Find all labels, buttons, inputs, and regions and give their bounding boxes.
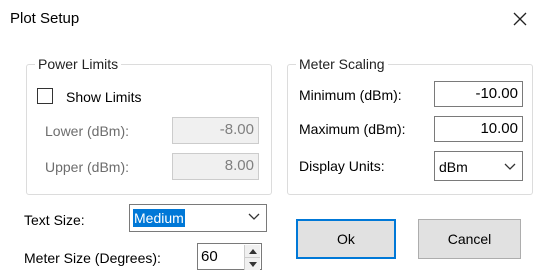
- close-button[interactable]: [503, 3, 537, 35]
- show-limits-checkbox[interactable]: [37, 88, 53, 104]
- text-size-value: Medium: [133, 209, 185, 227]
- minimum-field[interactable]: -10.00: [434, 81, 523, 107]
- display-units-value: dBm: [439, 159, 468, 175]
- meter-size-spinner[interactable]: 60: [197, 243, 262, 270]
- chevron-down-icon: [504, 163, 516, 170]
- power-limits-label: Power Limits: [35, 56, 122, 72]
- chevron-down-icon: [248, 213, 260, 220]
- triangle-up-icon: [248, 248, 257, 254]
- spin-down-button[interactable]: [245, 258, 260, 270]
- dialog-title: Plot Setup: [10, 10, 80, 27]
- display-units-label: Display Units:: [299, 158, 385, 174]
- close-icon[interactable]: [512, 11, 528, 27]
- lower-limit-field[interactable]: -8.00: [172, 117, 259, 144]
- maximum-field[interactable]: 10.00: [434, 116, 523, 142]
- display-units-select[interactable]: dBm: [434, 151, 523, 181]
- minimum-label: Minimum (dBm):: [299, 87, 402, 103]
- lower-label: Lower (dBm):: [45, 123, 130, 139]
- meter-scaling-label: Meter Scaling: [296, 56, 388, 72]
- show-limits-label[interactable]: Show Limits: [66, 89, 141, 105]
- spin-up-button[interactable]: [245, 245, 260, 258]
- text-size-select[interactable]: Medium: [129, 204, 267, 232]
- meter-size-value: 60: [201, 248, 218, 265]
- triangle-down-icon: [248, 261, 257, 267]
- maximum-label: Maximum (dBm):: [299, 121, 406, 137]
- cancel-button[interactable]: Cancel: [418, 219, 521, 259]
- meter-size-label: Meter Size (Degrees):: [24, 250, 161, 266]
- upper-limit-field[interactable]: 8.00: [172, 153, 259, 180]
- text-size-label: Text Size:: [24, 212, 85, 228]
- ok-button[interactable]: Ok: [296, 219, 396, 259]
- upper-label: Upper (dBm):: [45, 159, 130, 175]
